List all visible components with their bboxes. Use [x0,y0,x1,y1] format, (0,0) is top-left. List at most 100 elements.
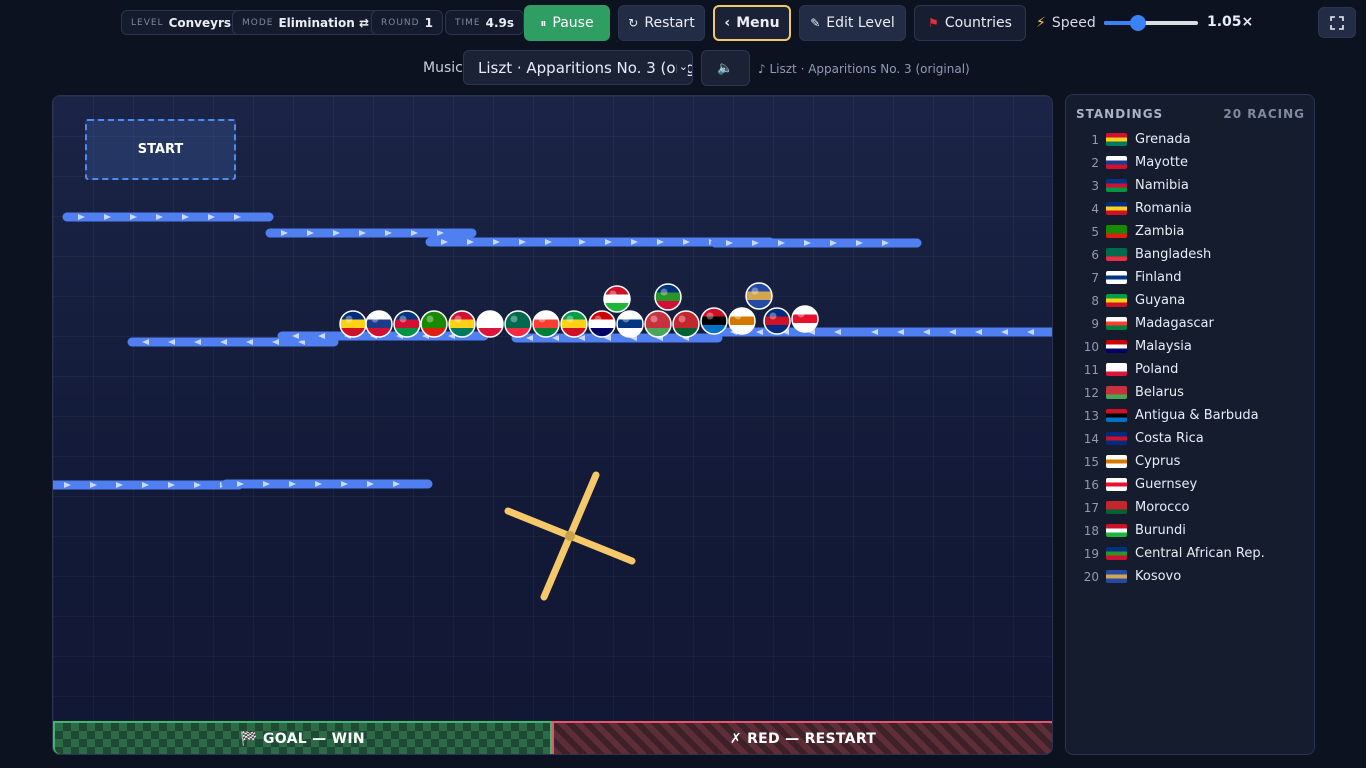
start-zone: START [85,119,236,180]
flag-burundi-icon [1106,524,1127,537]
marble-madagascar [532,310,560,338]
music-selected-value: Liszt · Apparitions No. 3 (original) [478,59,692,77]
standing-rank: 16 [1083,477,1099,492]
round-value: 1 [424,15,433,30]
round-chip: ROUND 1 [371,10,443,35]
marble-cyprus [728,307,756,335]
pencil-icon: ✎ [810,16,821,30]
time-chip: TIME 4.9s [445,10,525,35]
standing-rank: 12 [1083,385,1099,400]
menu-label: Menu [736,15,780,31]
speed-control: ⚡ Speed [1036,13,1096,33]
countries-button[interactable]: ⚑ Countries [914,5,1026,41]
marble-highlight [797,310,805,318]
spinner-hub [565,531,575,541]
volume-button[interactable]: 🔈 [701,50,750,86]
standing-name: Belarus [1135,385,1184,400]
top-toolbar: LEVEL Conveyrs MODE Elimination ⇄ ROUND … [0,0,1366,46]
marble-highlight [678,315,686,323]
flag-malaysia-icon [1106,340,1127,353]
standing-name: Malaysia [1135,339,1192,354]
standing-row: 17 Morocco [1066,496,1316,519]
standing-name: Costa Rica [1135,431,1204,446]
standing-rank: 7 [1091,270,1099,285]
speed-slider[interactable] [1104,15,1198,31]
standing-rank: 6 [1091,247,1099,262]
pause-button[interactable]: ⏸ Pause [524,5,610,41]
pause-icon: ⏸ [540,15,547,30]
standing-rank: 20 [1083,569,1099,584]
level-chip: LEVEL Conveyrs [121,10,241,35]
marble-burundi [603,285,631,313]
flag-poland-icon [1106,363,1127,376]
standing-row: 10 Malaysia [1066,335,1316,358]
countries-label: Countries [944,15,1012,31]
standing-name: Zambia [1135,224,1185,239]
flag-finland-icon [1106,271,1127,284]
red-zone: ✗ RED — RESTART [552,721,1052,754]
marble-highlight [538,315,546,323]
flag-central-african-rep-icon [1106,547,1127,560]
marble-grenada [448,310,476,338]
time-value: 4.9s [485,15,515,30]
standing-name: Madagascar [1135,316,1214,331]
standing-row: 12 Belarus [1066,381,1316,404]
marble-costa-rica [763,307,791,335]
marble-highlight [345,315,353,323]
fullscreen-button[interactable] [1318,7,1356,38]
menu-button[interactable]: ‹ Menu [713,5,791,41]
speed-label: Speed [1051,15,1096,31]
mode-chip[interactable]: MODE Elimination ⇄ [232,10,380,35]
marble-highlight [510,315,518,323]
now-playing: ♪ Liszt · Apparitions No. 3 (original) [758,62,970,76]
marble-highlight [769,312,777,320]
level-key: LEVEL [131,17,164,28]
flag-guyana-icon [1106,294,1127,307]
marble-belarus [644,310,672,338]
standing-row: 16 Guernsey [1066,473,1316,496]
standing-row: 15 Cyprus [1066,450,1316,473]
standing-rank: 11 [1083,362,1099,377]
edit-level-button[interactable]: ✎ Edit Level [799,5,906,41]
marble-antigua-barbuda [700,307,728,335]
game-board[interactable]: START 🏁 GOAL — WIN ✗ RED — RESTART [52,95,1053,755]
marble-malaysia [588,310,616,338]
standing-rank: 5 [1091,224,1099,239]
level-value: Conveyrs [168,15,231,30]
flag-zambia-icon [1106,225,1127,238]
restart-button[interactable]: ↻ Restart [618,5,705,41]
standing-name: Kosovo [1135,569,1182,584]
standing-name: Antigua & Barbuda [1135,408,1259,423]
standing-row: 9 Madagascar [1066,312,1316,335]
flag-icon: ⚑ [928,16,939,30]
standing-name: Morocco [1135,500,1190,515]
standing-name: Mayotte [1135,155,1189,170]
round-key: ROUND [381,17,420,28]
chevron-left-icon: ‹ [724,15,731,31]
flag-bangladesh-icon [1106,248,1127,261]
standing-rank: 13 [1083,408,1099,423]
mode-key: MODE [242,17,274,28]
standing-name: Poland [1135,362,1179,377]
music-select[interactable]: Liszt · Apparitions No. 3 (original) ⌄ [463,50,693,85]
marble-highlight [482,315,490,323]
speed-slider-thumb[interactable] [1129,15,1146,31]
standings-panel: STANDINGS 20 RACING 1 Grenada 2 Mayotte 3 Nam… [1065,94,1315,755]
board-canvas [53,212,1052,601]
marble-romania [339,310,367,338]
standing-rank: 17 [1083,500,1099,515]
flag-mayotte-icon [1106,156,1127,169]
marble-highlight [650,315,658,323]
lightning-icon: ⚡ [1036,15,1046,31]
standing-name: Finland [1135,270,1182,285]
marble-highlight [454,315,462,323]
flag-antigua-barbuda-icon [1106,409,1127,422]
goal-label: 🏁 GOAL — WIN [240,730,365,747]
standing-row: 6 Bangladesh [1066,243,1316,266]
standings-title: STANDINGS [1076,107,1164,121]
marble-central-african-rep- [654,283,682,311]
start-label: START [137,142,184,157]
standing-row: 5 Zambia [1066,220,1316,243]
flag-costa-rica-icon [1106,432,1127,445]
standing-row: 2 Mayotte [1066,151,1316,174]
